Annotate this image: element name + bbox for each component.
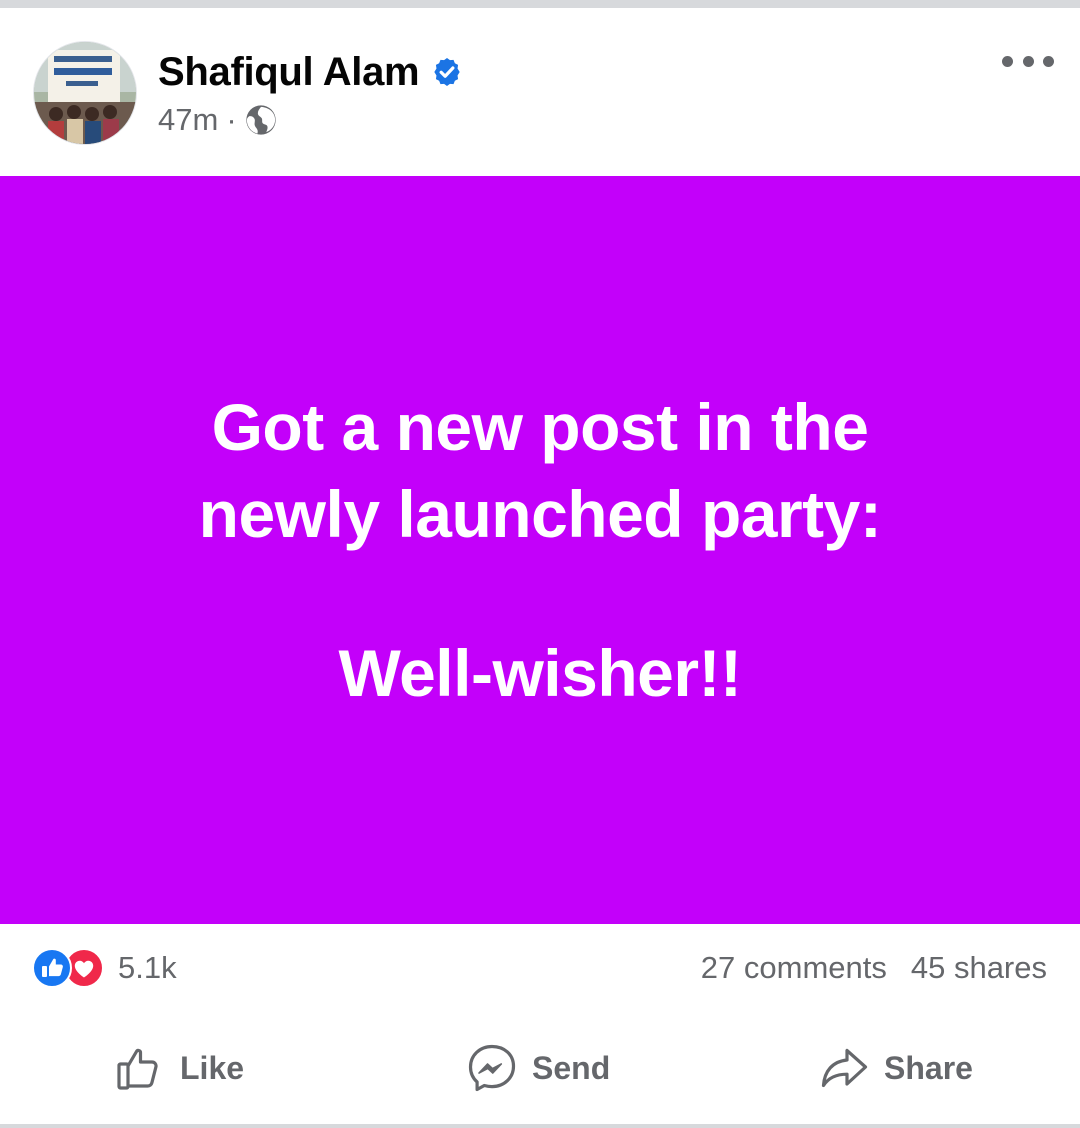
avatar-photo — [34, 42, 136, 144]
like-label: Like — [180, 1049, 245, 1086]
like-button[interactable]: Like — [114, 1040, 244, 1096]
shares-count[interactable]: 45 shares — [911, 950, 1047, 986]
share-arrow-icon — [821, 1048, 868, 1088]
avatar[interactable] — [33, 41, 137, 145]
comments-count[interactable]: 27 comments — [701, 950, 887, 986]
post-meta: 47m · — [158, 100, 277, 140]
author-name[interactable]: Shafiqul Alam — [158, 50, 420, 95]
more-options-button[interactable] — [1002, 44, 1054, 78]
globe-icon — [245, 105, 276, 135]
post-time[interactable]: 47m — [158, 102, 218, 138]
post-text-background[interactable]: Got a new post in the newly launched par… — [0, 176, 1080, 924]
more-dot — [1043, 55, 1054, 67]
post-text-closing: Well-wisher!! — [338, 635, 742, 710]
top-divider — [0, 0, 1080, 8]
like-reaction-icon — [32, 948, 72, 988]
reactions-count: 5.1k — [118, 950, 177, 985]
more-dot — [1002, 55, 1013, 67]
post-action-bar: Like Send Share — [0, 1012, 1080, 1124]
post-text-line: Got a new post in the — [211, 389, 869, 464]
reactions-summary[interactable]: 5.1k — [32, 948, 177, 988]
share-label: Share — [884, 1049, 973, 1086]
more-dot — [1022, 55, 1034, 67]
thumbs-up-icon — [117, 1048, 158, 1090]
author-row: Shafiqul Alam — [158, 44, 463, 100]
meta-separator: · — [226, 102, 237, 137]
post-text-line: newly launched party: — [198, 476, 882, 551]
verified-badge-icon — [434, 58, 460, 86]
send-button[interactable]: Send — [466, 1040, 610, 1096]
messenger-icon — [468, 1044, 516, 1092]
engagement-counts: 27 comments 45 shares — [701, 948, 1047, 988]
send-label: Send — [532, 1049, 611, 1086]
post-stats: 5.1k 27 comments 45 shares — [0, 924, 1080, 1012]
share-button[interactable]: Share — [818, 1040, 973, 1096]
bottom-divider — [0, 1124, 1080, 1128]
post-header: Shafiqul Alam 47m · — [0, 8, 1080, 176]
